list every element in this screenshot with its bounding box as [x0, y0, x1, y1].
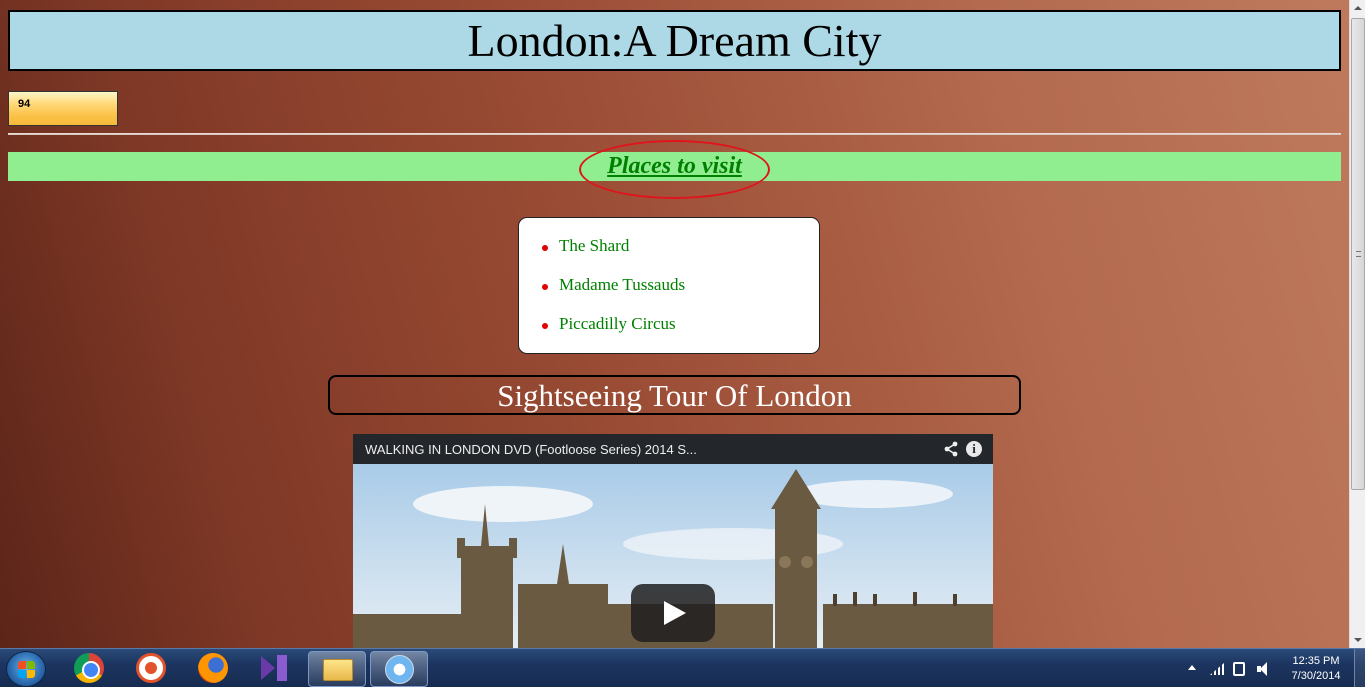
info-icon[interactable]: i: [966, 441, 982, 457]
show-desktop-button[interactable]: [1354, 649, 1365, 687]
annotation-ellipse: [579, 140, 770, 199]
tour-heading: Sightseeing Tour Of London: [497, 378, 852, 413]
compass-icon: [385, 655, 414, 684]
video-title[interactable]: WALKING IN LONDON DVD (Footloose Series)…: [365, 442, 697, 457]
web-page: London:A Dream City 94 Places to visit T…: [0, 0, 1349, 648]
app-icon[interactable]: [136, 653, 166, 683]
network-signal-icon[interactable]: [1210, 663, 1224, 675]
share-icon[interactable]: [943, 441, 959, 457]
play-icon[interactable]: [631, 584, 715, 642]
visual-studio-icon[interactable]: [259, 653, 289, 683]
power-icon[interactable]: [1233, 662, 1245, 676]
safari-button[interactable]: [370, 651, 428, 687]
list-item: The Shard: [519, 236, 819, 275]
page-title: London:A Dream City: [467, 14, 882, 66]
system-clock[interactable]: 12:35 PM 7/30/2014: [1280, 654, 1352, 684]
vertical-scrollbar[interactable]: [1349, 0, 1365, 648]
scroll-down-arrow-icon[interactable]: [1350, 631, 1365, 648]
tour-heading-box: Sightseeing Tour Of London: [328, 375, 1021, 415]
horizontal-rule: [8, 133, 1341, 135]
scrollbar-thumb[interactable]: [1351, 18, 1365, 490]
places-list: The Shard Madame Tussauds Piccadilly Cir…: [519, 218, 819, 353]
clock-time: 12:35 PM: [1292, 655, 1340, 667]
start-button[interactable]: [6, 651, 46, 687]
clock-date: 7/30/2014: [1291, 670, 1341, 682]
folder-icon: [323, 659, 353, 681]
list-item: Piccadilly Circus: [519, 314, 819, 353]
video-header: WALKING IN LONDON DVD (Footloose Series)…: [353, 434, 993, 464]
chrome-icon[interactable]: [74, 653, 104, 683]
page-title-banner: London:A Dream City: [8, 10, 1341, 71]
volume-icon[interactable]: [1257, 662, 1271, 676]
windows-explorer-button[interactable]: [308, 651, 366, 687]
hit-counter-value: 94: [18, 98, 31, 110]
embedded-video-player[interactable]: WALKING IN LONDON DVD (Footloose Series)…: [353, 434, 993, 648]
places-list-box: The Shard Madame Tussauds Piccadilly Cir…: [518, 217, 820, 354]
hit-counter: 94: [8, 91, 118, 126]
grip-icon: [1356, 251, 1361, 257]
list-item: Madame Tussauds: [519, 275, 819, 314]
windows-taskbar: 12:35 PM 7/30/2014: [0, 648, 1365, 687]
scroll-up-arrow-icon[interactable]: [1350, 0, 1365, 17]
firefox-icon[interactable]: [198, 653, 228, 683]
show-hidden-icons-arrow-icon[interactable]: [1188, 665, 1196, 670]
